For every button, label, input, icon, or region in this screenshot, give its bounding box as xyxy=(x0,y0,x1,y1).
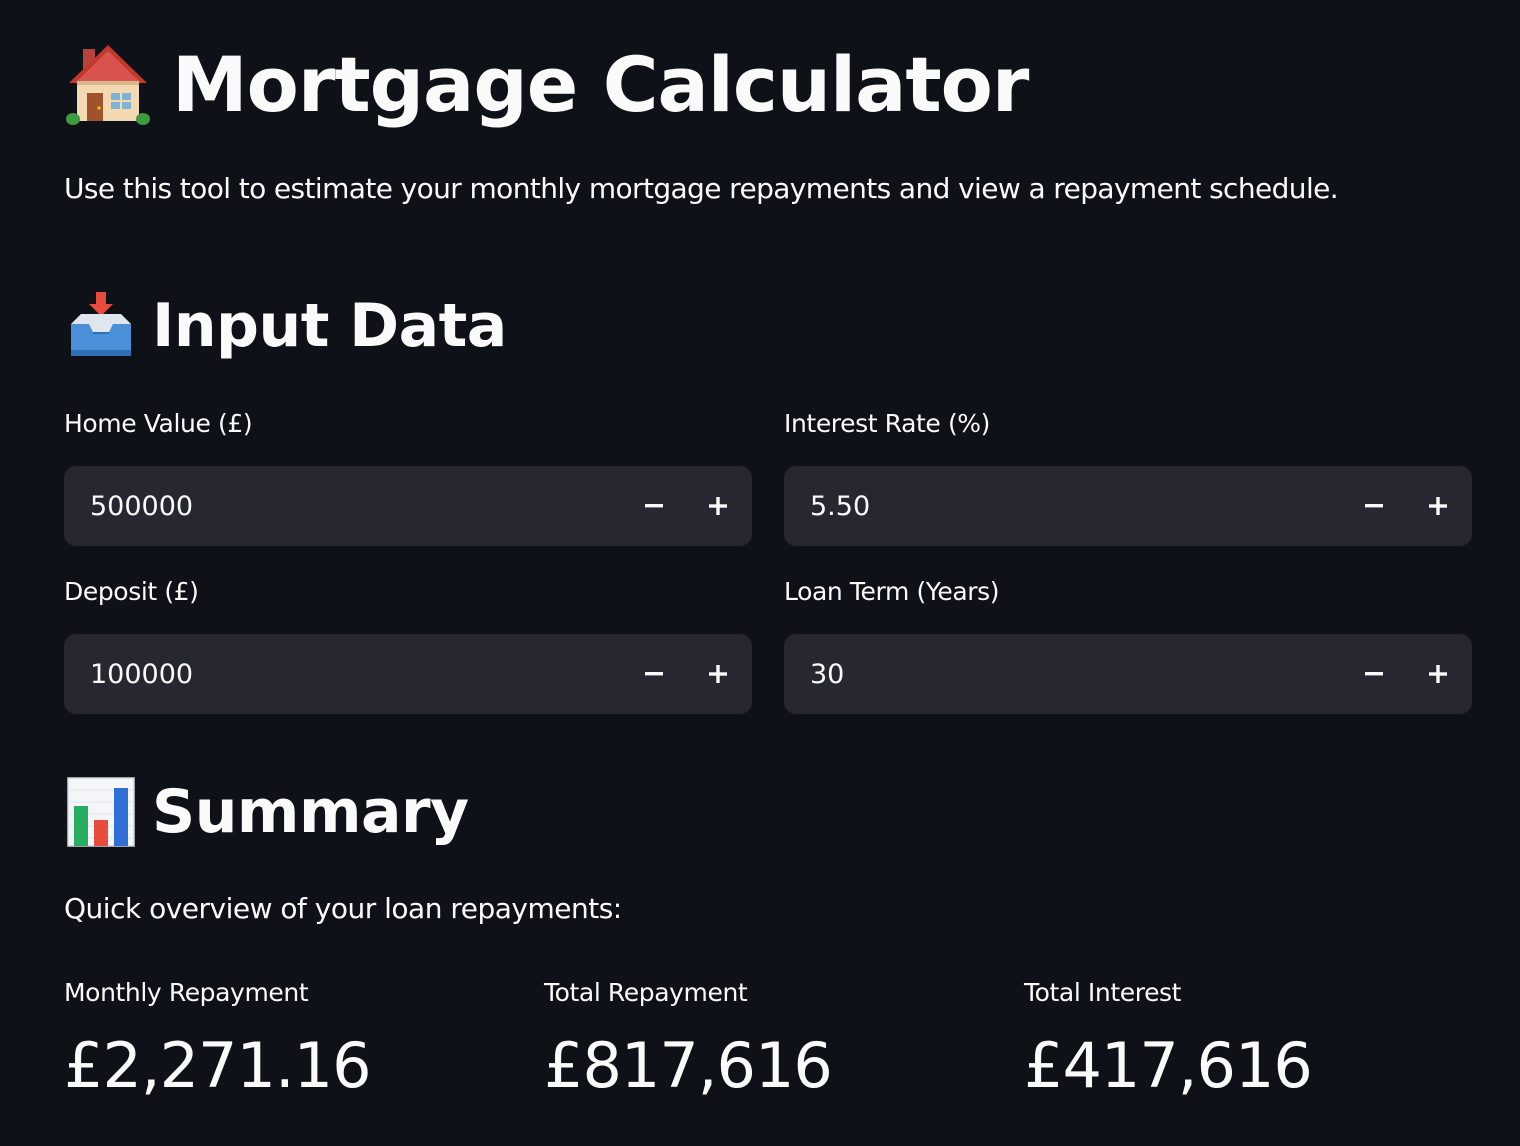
home-value-increment-button[interactable] xyxy=(686,466,750,546)
home-value-field: Home Value (£) 500000 xyxy=(64,406,752,546)
house-emoji-icon xyxy=(64,40,152,128)
deposit-input-value[interactable]: 100000 xyxy=(64,659,622,690)
interest-rate-decrement-button[interactable] xyxy=(1342,466,1406,546)
home-value-label: Home Value (£) xyxy=(64,409,253,438)
deposit-increment-button[interactable] xyxy=(686,634,750,714)
home-value-input-value[interactable]: 500000 xyxy=(64,491,622,522)
summary-heading: Summary xyxy=(64,772,469,852)
deposit-decrement-button[interactable] xyxy=(622,634,686,714)
monthly-repayment-label: Monthly Repayment xyxy=(64,978,309,1007)
bar-chart-emoji-icon xyxy=(64,775,138,849)
interest-rate-input[interactable]: 5.50 xyxy=(784,466,1472,546)
deposit-label: Deposit (£) xyxy=(64,577,199,606)
minus-icon xyxy=(645,672,663,676)
total-interest-value: £417,616 xyxy=(1024,1029,1313,1102)
plus-icon xyxy=(1429,665,1447,683)
loan-term-input[interactable]: 30 xyxy=(784,634,1472,714)
monthly-repayment-value: £2,271.16 xyxy=(64,1029,372,1102)
interest-rate-input-value[interactable]: 5.50 xyxy=(784,491,1342,522)
total-repayment-label: Total Repayment xyxy=(544,978,748,1007)
plus-icon xyxy=(1429,497,1447,515)
summary-description: Quick overview of your loan repayments: xyxy=(64,892,622,925)
page-title: Mortgage Calculator xyxy=(64,34,1029,134)
total-repayment-metric: Total Repayment £817,616 xyxy=(544,974,1004,1106)
loan-term-increment-button[interactable] xyxy=(1406,634,1470,714)
home-value-decrement-button[interactable] xyxy=(622,466,686,546)
interest-rate-increment-button[interactable] xyxy=(1406,466,1470,546)
deposit-field: Deposit (£) 100000 xyxy=(64,574,752,714)
total-interest-label: Total Interest xyxy=(1024,978,1182,1007)
total-interest-metric: Total Interest £417,616 xyxy=(1024,974,1484,1106)
input-data-heading: Input Data xyxy=(64,286,507,366)
loan-term-label: Loan Term (Years) xyxy=(784,577,1000,606)
input-data-heading-text: Input Data xyxy=(152,291,507,361)
page-description: Use this tool to estimate your monthly m… xyxy=(64,172,1339,205)
plus-icon xyxy=(709,665,727,683)
home-value-input[interactable]: 500000 xyxy=(64,466,752,546)
total-repayment-value: £817,616 xyxy=(544,1029,833,1102)
loan-term-decrement-button[interactable] xyxy=(1342,634,1406,714)
plus-icon xyxy=(709,497,727,515)
title-text: Mortgage Calculator xyxy=(172,39,1029,129)
inbox-tray-emoji-icon xyxy=(64,289,138,363)
loan-term-input-value[interactable]: 30 xyxy=(784,659,1342,690)
minus-icon xyxy=(1365,672,1383,676)
monthly-repayment-metric: Monthly Repayment £2,271.16 xyxy=(64,974,524,1106)
interest-rate-field: Interest Rate (%) 5.50 xyxy=(784,406,1472,546)
minus-icon xyxy=(1365,504,1383,508)
loan-term-field: Loan Term (Years) 30 xyxy=(784,574,1472,714)
minus-icon xyxy=(645,504,663,508)
summary-heading-text: Summary xyxy=(152,777,469,847)
deposit-input[interactable]: 100000 xyxy=(64,634,752,714)
interest-rate-label: Interest Rate (%) xyxy=(784,409,991,438)
